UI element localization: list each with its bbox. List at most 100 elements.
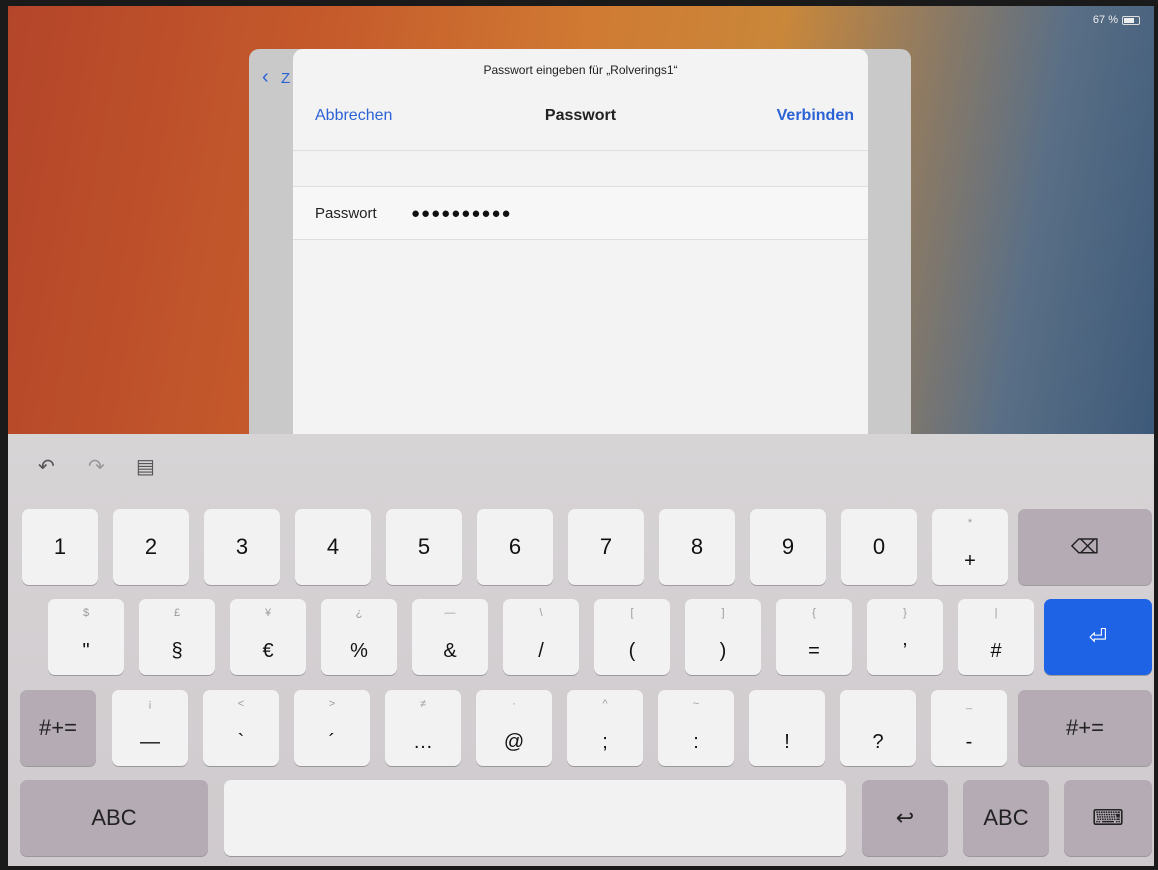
- key-label: -: [965, 731, 973, 753]
- key-8-row2[interactable]: {=: [776, 599, 852, 675]
- key-9[interactable]: 9: [750, 509, 826, 585]
- abc-key-right[interactable]: ABC: [963, 780, 1049, 856]
- key-1[interactable]: 1: [22, 509, 98, 585]
- key-alt-label: ≠: [419, 698, 427, 710]
- undo-key[interactable]: ↩: [862, 780, 948, 856]
- key-1-row3[interactable]: < `: [203, 690, 279, 766]
- key-alt-label: \: [539, 607, 543, 619]
- password-label: Passwort: [315, 204, 377, 222]
- key-6-row2[interactable]: [(: [594, 599, 670, 675]
- symbols-key-right[interactable]: #+=: [1018, 690, 1152, 766]
- key-label: ’: [902, 640, 908, 662]
- key-label: ": [82, 640, 90, 662]
- key-alt-label: <: [237, 698, 245, 710]
- abc-key-left[interactable]: ABC: [20, 780, 208, 856]
- key-5[interactable]: 5: [386, 509, 462, 585]
- redo-icon[interactable]: ↷: [88, 454, 105, 479]
- key-label: 4: [326, 534, 340, 559]
- key-6-row3[interactable]: ~:: [658, 690, 734, 766]
- key-label: 1: [53, 534, 67, 559]
- key-9-row2[interactable]: }’: [867, 599, 943, 675]
- key-label: §: [171, 640, 183, 662]
- delete-key[interactable]: ⌫: [1018, 509, 1152, 585]
- key-label: #+=: [39, 715, 77, 740]
- key-7[interactable]: 7: [568, 509, 644, 585]
- return-key[interactable]: ⏎: [1044, 599, 1152, 675]
- key-9-row3[interactable]: _ -: [931, 690, 1007, 766]
- key-alt-label: ¥: [264, 607, 272, 619]
- key-label: 9: [781, 534, 795, 559]
- key-5-row3[interactable]: ^;: [567, 690, 643, 766]
- key-8-row3[interactable]: ?: [840, 690, 916, 766]
- key-label: &: [443, 640, 457, 662]
- key-label: 7: [599, 534, 613, 559]
- back-label[interactable]: Z: [281, 70, 290, 87]
- symbols-key-left[interactable]: #+=: [20, 690, 96, 766]
- divider: [293, 239, 868, 240]
- key-alt-label: *: [967, 517, 973, 529]
- key-label: ?: [872, 731, 884, 753]
- key-3-row3[interactable]: ≠…: [385, 690, 461, 766]
- key-alt-label: ·: [512, 698, 516, 710]
- paste-icon[interactable]: ▤: [136, 454, 155, 479]
- dialog-prompt: Passwort eingeben für „Rolverings1“: [483, 63, 678, 77]
- key-label: =: [808, 640, 820, 662]
- password-field-row[interactable]: Passwort ●●●●●●●●●●: [293, 187, 868, 239]
- key-alt-label: ¡: [148, 698, 152, 710]
- back-chevron-icon[interactable]: ‹: [262, 66, 269, 89]
- key-alt-label: —: [444, 607, 456, 619]
- hide-keyboard-key[interactable]: ⌨: [1064, 780, 1152, 856]
- key-1-row2[interactable]: £ §: [139, 599, 215, 675]
- key-label: €: [262, 640, 274, 662]
- battery-icon: [1122, 15, 1140, 25]
- key-0-row3[interactable]: ¡ —: [112, 690, 188, 766]
- key-4-row3[interactable]: · @: [476, 690, 552, 766]
- key-3-row2[interactable]: ¿%: [321, 599, 397, 675]
- key-7-row2[interactable]: ]): [685, 599, 761, 675]
- key-alt-label: _: [965, 698, 973, 710]
- key-4-row2[interactable]: — &: [412, 599, 488, 675]
- key-2[interactable]: 2: [113, 509, 189, 585]
- battery-percent: 67 %: [1092, 14, 1118, 26]
- connect-button[interactable]: Verbinden: [777, 107, 854, 125]
- key-2-row2[interactable]: ¥ €: [230, 599, 306, 675]
- key-+[interactable]: * +: [932, 509, 1008, 585]
- key-alt-label: >: [328, 698, 336, 710]
- key-label: ↩: [895, 805, 915, 830]
- key-alt-label: }: [903, 607, 907, 619]
- key-label: !: [784, 731, 790, 753]
- key-label: 2: [144, 534, 158, 559]
- key-label: ABC: [91, 805, 137, 830]
- key-alt-label: ^: [602, 698, 608, 710]
- key-alt-label: |: [994, 607, 998, 619]
- key-10-row2[interactable]: | #: [958, 599, 1034, 675]
- key-8[interactable]: 8: [659, 509, 735, 585]
- key-alt-label: ]: [721, 607, 725, 619]
- password-dialog: Passwort eingeben für „Rolverings1“ Abbr…: [293, 49, 868, 469]
- key-label: +: [964, 550, 976, 572]
- key-0-row2[interactable]: $ ": [48, 599, 124, 675]
- key-label: #: [990, 640, 1002, 662]
- dialog-nav-bar: Abbrechen Passwort Verbinden: [293, 101, 868, 131]
- password-input[interactable]: ●●●●●●●●●●: [411, 205, 512, 222]
- key-2-row3[interactable]: > ´: [294, 690, 370, 766]
- key-label: %: [350, 640, 368, 662]
- key-3[interactable]: 3: [204, 509, 280, 585]
- key-label: ): [719, 640, 727, 662]
- key-label: #+=: [1066, 715, 1104, 740]
- key-alt-label: ¿: [355, 607, 363, 619]
- undo-icon[interactable]: ↶: [38, 454, 55, 479]
- key-label: ABC: [983, 805, 1029, 830]
- space-key[interactable]: [224, 780, 846, 856]
- key-7-row3[interactable]: !: [749, 690, 825, 766]
- key-label: /: [538, 640, 544, 662]
- key-alt-label: $: [82, 607, 90, 619]
- key-5-row2[interactable]: \ /: [503, 599, 579, 675]
- key-0[interactable]: 0: [841, 509, 917, 585]
- key-6[interactable]: 6: [477, 509, 553, 585]
- divider: [293, 150, 868, 151]
- key-label: :: [693, 731, 699, 753]
- key-label: ⏎: [1088, 624, 1108, 649]
- key-4[interactable]: 4: [295, 509, 371, 585]
- key-label: 6: [508, 534, 522, 559]
